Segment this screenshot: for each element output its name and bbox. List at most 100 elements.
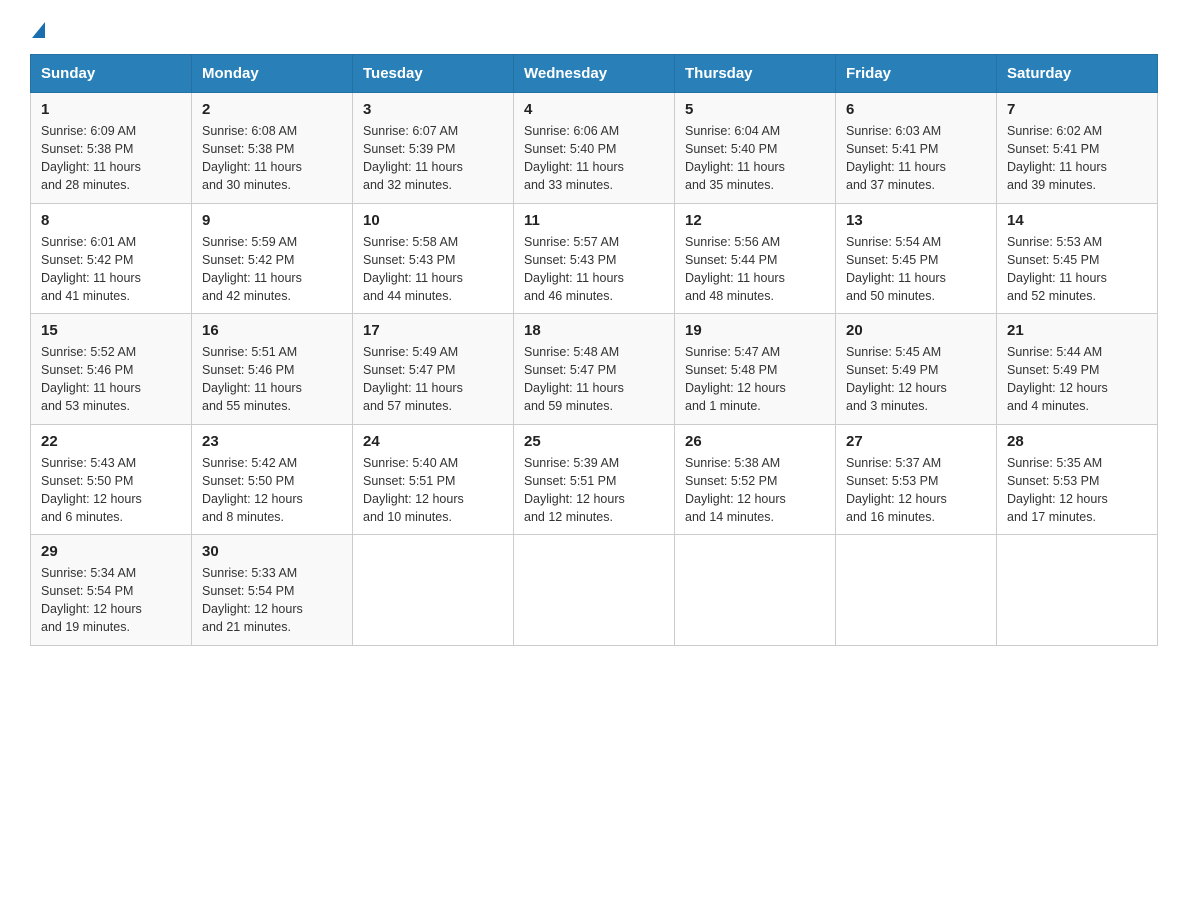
day-number: 5 <box>685 101 825 118</box>
day-info: Sunrise: 5:58 AMSunset: 5:43 PMDaylight:… <box>363 233 503 306</box>
day-info: Sunrise: 5:42 AMSunset: 5:50 PMDaylight:… <box>202 454 342 527</box>
day-info: Sunrise: 6:07 AMSunset: 5:39 PMDaylight:… <box>363 122 503 195</box>
calendar-cell: 6 Sunrise: 6:03 AMSunset: 5:41 PMDayligh… <box>836 93 997 204</box>
day-info: Sunrise: 5:44 AMSunset: 5:49 PMDaylight:… <box>1007 343 1147 416</box>
calendar-cell: 16 Sunrise: 5:51 AMSunset: 5:46 PMDaylig… <box>192 314 353 425</box>
calendar-cell <box>514 535 675 646</box>
calendar-cell: 25 Sunrise: 5:39 AMSunset: 5:51 PMDaylig… <box>514 424 675 535</box>
day-info: Sunrise: 6:04 AMSunset: 5:40 PMDaylight:… <box>685 122 825 195</box>
day-info: Sunrise: 6:03 AMSunset: 5:41 PMDaylight:… <box>846 122 986 195</box>
day-number: 11 <box>524 212 664 229</box>
day-number: 1 <box>41 101 181 118</box>
calendar-cell: 17 Sunrise: 5:49 AMSunset: 5:47 PMDaylig… <box>353 314 514 425</box>
logo <box>30 20 45 38</box>
calendar-cell: 7 Sunrise: 6:02 AMSunset: 5:41 PMDayligh… <box>997 93 1158 204</box>
weekday-header-monday: Monday <box>192 55 353 93</box>
day-info: Sunrise: 5:52 AMSunset: 5:46 PMDaylight:… <box>41 343 181 416</box>
weekday-header-saturday: Saturday <box>997 55 1158 93</box>
day-number: 17 <box>363 322 503 339</box>
day-number: 29 <box>41 543 181 560</box>
day-number: 6 <box>846 101 986 118</box>
day-info: Sunrise: 5:56 AMSunset: 5:44 PMDaylight:… <box>685 233 825 306</box>
day-number: 4 <box>524 101 664 118</box>
day-number: 26 <box>685 433 825 450</box>
day-info: Sunrise: 5:37 AMSunset: 5:53 PMDaylight:… <box>846 454 986 527</box>
calendar-cell: 9 Sunrise: 5:59 AMSunset: 5:42 PMDayligh… <box>192 203 353 314</box>
weekday-header-sunday: Sunday <box>31 55 192 93</box>
calendar-cell <box>836 535 997 646</box>
calendar-cell: 21 Sunrise: 5:44 AMSunset: 5:49 PMDaylig… <box>997 314 1158 425</box>
day-info: Sunrise: 5:47 AMSunset: 5:48 PMDaylight:… <box>685 343 825 416</box>
weekday-header-thursday: Thursday <box>675 55 836 93</box>
day-number: 3 <box>363 101 503 118</box>
page-header <box>30 20 1158 38</box>
day-info: Sunrise: 6:06 AMSunset: 5:40 PMDaylight:… <box>524 122 664 195</box>
day-number: 8 <box>41 212 181 229</box>
calendar-cell <box>675 535 836 646</box>
calendar-header-row: SundayMondayTuesdayWednesdayThursdayFrid… <box>31 55 1158 93</box>
day-number: 24 <box>363 433 503 450</box>
day-number: 16 <box>202 322 342 339</box>
day-info: Sunrise: 5:34 AMSunset: 5:54 PMDaylight:… <box>41 564 181 637</box>
day-number: 28 <box>1007 433 1147 450</box>
calendar-cell: 14 Sunrise: 5:53 AMSunset: 5:45 PMDaylig… <box>997 203 1158 314</box>
calendar-cell: 29 Sunrise: 5:34 AMSunset: 5:54 PMDaylig… <box>31 535 192 646</box>
calendar-cell: 20 Sunrise: 5:45 AMSunset: 5:49 PMDaylig… <box>836 314 997 425</box>
calendar-cell: 1 Sunrise: 6:09 AMSunset: 5:38 PMDayligh… <box>31 93 192 204</box>
calendar-cell: 27 Sunrise: 5:37 AMSunset: 5:53 PMDaylig… <box>836 424 997 535</box>
day-info: Sunrise: 5:59 AMSunset: 5:42 PMDaylight:… <box>202 233 342 306</box>
calendar-cell: 26 Sunrise: 5:38 AMSunset: 5:52 PMDaylig… <box>675 424 836 535</box>
calendar-cell: 24 Sunrise: 5:40 AMSunset: 5:51 PMDaylig… <box>353 424 514 535</box>
day-number: 18 <box>524 322 664 339</box>
calendar-cell: 23 Sunrise: 5:42 AMSunset: 5:50 PMDaylig… <box>192 424 353 535</box>
day-info: Sunrise: 5:40 AMSunset: 5:51 PMDaylight:… <box>363 454 503 527</box>
calendar-cell <box>997 535 1158 646</box>
day-number: 13 <box>846 212 986 229</box>
day-info: Sunrise: 5:35 AMSunset: 5:53 PMDaylight:… <box>1007 454 1147 527</box>
weekday-header-tuesday: Tuesday <box>353 55 514 93</box>
calendar-week-row: 1 Sunrise: 6:09 AMSunset: 5:38 PMDayligh… <box>31 93 1158 204</box>
day-number: 19 <box>685 322 825 339</box>
calendar-cell: 8 Sunrise: 6:01 AMSunset: 5:42 PMDayligh… <box>31 203 192 314</box>
day-info: Sunrise: 5:38 AMSunset: 5:52 PMDaylight:… <box>685 454 825 527</box>
day-number: 23 <box>202 433 342 450</box>
day-info: Sunrise: 5:54 AMSunset: 5:45 PMDaylight:… <box>846 233 986 306</box>
day-number: 14 <box>1007 212 1147 229</box>
calendar-cell: 30 Sunrise: 5:33 AMSunset: 5:54 PMDaylig… <box>192 535 353 646</box>
calendar-cell: 13 Sunrise: 5:54 AMSunset: 5:45 PMDaylig… <box>836 203 997 314</box>
calendar-cell: 11 Sunrise: 5:57 AMSunset: 5:43 PMDaylig… <box>514 203 675 314</box>
calendar-cell: 19 Sunrise: 5:47 AMSunset: 5:48 PMDaylig… <box>675 314 836 425</box>
calendar-cell: 18 Sunrise: 5:48 AMSunset: 5:47 PMDaylig… <box>514 314 675 425</box>
day-info: Sunrise: 5:51 AMSunset: 5:46 PMDaylight:… <box>202 343 342 416</box>
calendar-cell: 10 Sunrise: 5:58 AMSunset: 5:43 PMDaylig… <box>353 203 514 314</box>
day-number: 25 <box>524 433 664 450</box>
day-info: Sunrise: 5:53 AMSunset: 5:45 PMDaylight:… <box>1007 233 1147 306</box>
day-number: 15 <box>41 322 181 339</box>
day-number: 21 <box>1007 322 1147 339</box>
day-info: Sunrise: 6:01 AMSunset: 5:42 PMDaylight:… <box>41 233 181 306</box>
day-number: 9 <box>202 212 342 229</box>
calendar-cell: 22 Sunrise: 5:43 AMSunset: 5:50 PMDaylig… <box>31 424 192 535</box>
calendar-cell: 5 Sunrise: 6:04 AMSunset: 5:40 PMDayligh… <box>675 93 836 204</box>
day-number: 2 <box>202 101 342 118</box>
day-info: Sunrise: 5:45 AMSunset: 5:49 PMDaylight:… <box>846 343 986 416</box>
calendar-week-row: 15 Sunrise: 5:52 AMSunset: 5:46 PMDaylig… <box>31 314 1158 425</box>
day-info: Sunrise: 6:09 AMSunset: 5:38 PMDaylight:… <box>41 122 181 195</box>
calendar-cell: 4 Sunrise: 6:06 AMSunset: 5:40 PMDayligh… <box>514 93 675 204</box>
calendar-cell: 15 Sunrise: 5:52 AMSunset: 5:46 PMDaylig… <box>31 314 192 425</box>
weekday-header-friday: Friday <box>836 55 997 93</box>
calendar-week-row: 8 Sunrise: 6:01 AMSunset: 5:42 PMDayligh… <box>31 203 1158 314</box>
calendar-week-row: 29 Sunrise: 5:34 AMSunset: 5:54 PMDaylig… <box>31 535 1158 646</box>
day-number: 7 <box>1007 101 1147 118</box>
calendar-table: SundayMondayTuesdayWednesdayThursdayFrid… <box>30 54 1158 646</box>
day-number: 22 <box>41 433 181 450</box>
day-info: Sunrise: 5:39 AMSunset: 5:51 PMDaylight:… <box>524 454 664 527</box>
day-number: 10 <box>363 212 503 229</box>
day-number: 30 <box>202 543 342 560</box>
day-number: 12 <box>685 212 825 229</box>
day-info: Sunrise: 6:08 AMSunset: 5:38 PMDaylight:… <box>202 122 342 195</box>
calendar-cell: 3 Sunrise: 6:07 AMSunset: 5:39 PMDayligh… <box>353 93 514 204</box>
calendar-cell <box>353 535 514 646</box>
weekday-header-wednesday: Wednesday <box>514 55 675 93</box>
day-info: Sunrise: 5:33 AMSunset: 5:54 PMDaylight:… <box>202 564 342 637</box>
